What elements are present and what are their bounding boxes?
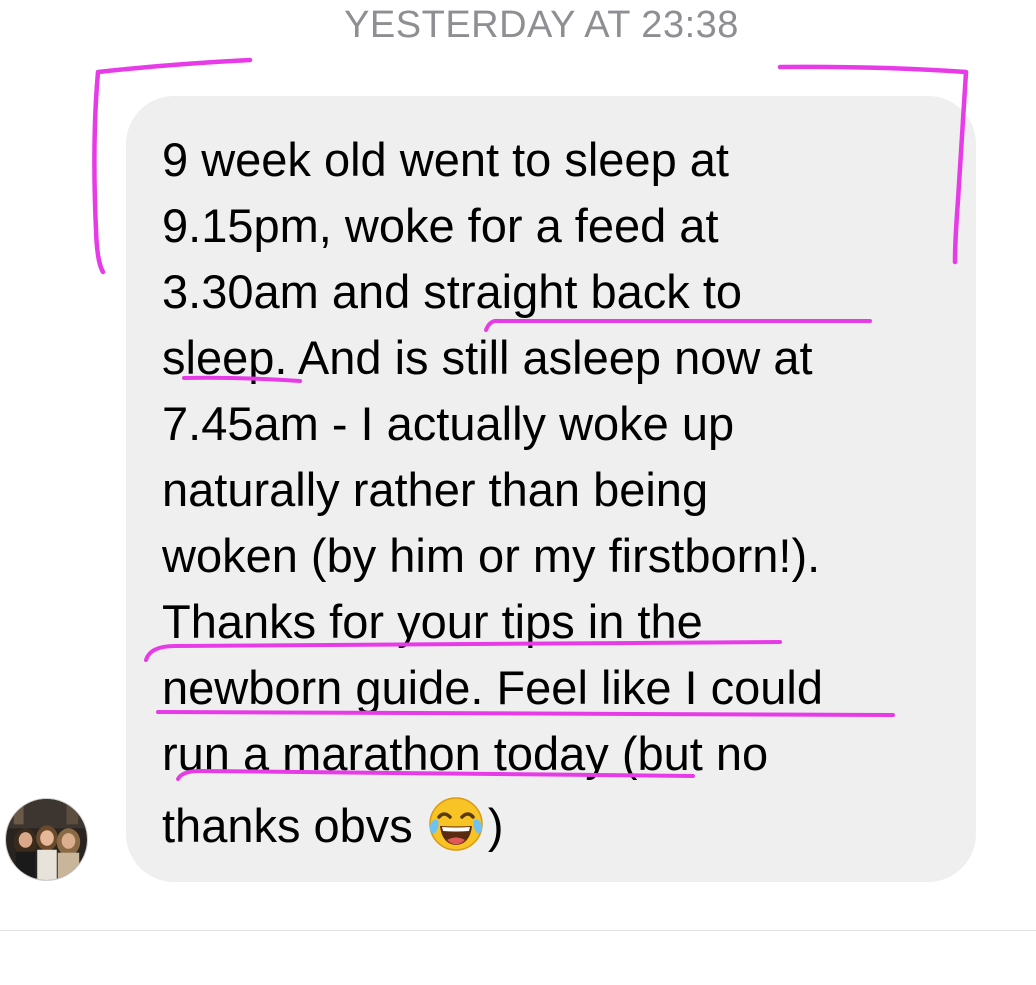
profile-photo-avatar-icon — [6, 799, 87, 880]
composer-divider — [0, 930, 1036, 931]
message-timestamp: YESTERDAY AT 23:38 — [344, 4, 739, 46]
sender-avatar[interactable] — [5, 798, 88, 881]
message-line: 3.30am and straight back to — [162, 265, 743, 318]
message-line: 7.45am - I actually woke up — [162, 397, 735, 450]
message-text: thanks obvs — [162, 799, 426, 852]
message-line-last: thanks obvs ) — [162, 796, 504, 852]
message-line: sleep. And is still asleep now at — [162, 331, 813, 384]
message-line: woken (by him or my firstborn!). — [162, 529, 821, 582]
message-line: Thanks for your tips in the — [162, 595, 703, 648]
message-line: run a marathon today (but no — [162, 727, 769, 780]
message-line: naturally rather than being — [162, 463, 709, 516]
message-line: 9 week old went to sleep at — [162, 133, 729, 186]
tears-of-joy-emoji-icon — [428, 796, 484, 852]
message-line: newborn guide. Feel like I could — [162, 661, 824, 714]
message-line: 9.15pm, woke for a feed at — [162, 199, 719, 252]
message-text: ) — [487, 799, 504, 852]
